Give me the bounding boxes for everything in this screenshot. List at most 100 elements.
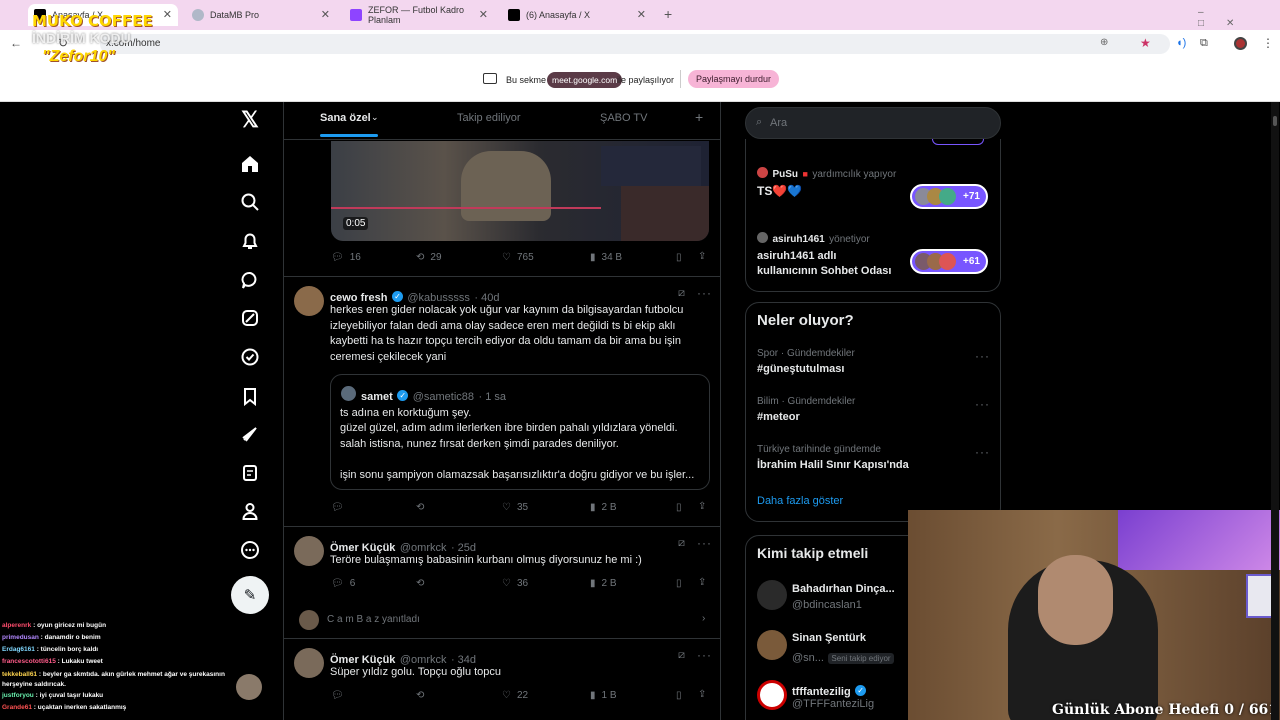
spaces-prev-pill [932, 139, 984, 145]
messages-icon[interactable] [234, 264, 266, 296]
grok-post-icon[interactable]: ⧄ [678, 537, 685, 550]
avatar[interactable] [294, 536, 324, 566]
bookmark-button[interactable]: ▯ [676, 690, 682, 701]
views-button[interactable]: ▮ 34 B [590, 252, 622, 263]
post-more-icon[interactable]: ··· [697, 536, 712, 550]
browser-tab-4[interactable]: (6) Anasayfa / X ✕ [502, 4, 652, 26]
space-host[interactable]: PuSu ■ yardımcılık yapıyor [757, 164, 896, 182]
close-tab-icon[interactable]: ✕ [479, 8, 488, 21]
avatar[interactable] [757, 680, 787, 710]
chevron-down-icon[interactable]: ⌄ [371, 112, 379, 123]
stop-sharing-button[interactable]: Paylaşmayı durdur [688, 70, 780, 88]
account-avatar[interactable] [236, 674, 262, 700]
like-button[interactable]: ♡ 22 [502, 690, 528, 701]
x-logo-icon[interactable]: 𝕏 [234, 104, 266, 136]
extensions-puzzle-icon[interactable]: ⧉ [1200, 37, 1208, 50]
replied-hint[interactable]: C a m B a z yanıtladı [327, 614, 420, 625]
add-tab-icon[interactable]: + [695, 109, 703, 125]
search-input[interactable]: ⌕ Ara [745, 107, 1001, 139]
chevron-right-icon[interactable]: › [702, 613, 705, 624]
suggested-user-name[interactable]: Sinan Şentürk [792, 632, 866, 644]
grok-post-icon[interactable]: ⧄ [678, 649, 685, 662]
space-title[interactable]: asiruh1461 adlı kullanıcının Sohbet Odas… [757, 249, 897, 279]
back-icon[interactable]: ← [10, 36, 22, 50]
browser-menu-icon[interactable]: ⋮ [1262, 36, 1274, 50]
repost-button[interactable]: ⟲ 29 [416, 252, 442, 263]
reply-button[interactable]: 💬︎ 16 [331, 252, 361, 263]
trend-more-icon[interactable]: ··· [975, 349, 990, 363]
views-button[interactable]: ▮ 1 B [590, 690, 617, 701]
share-icon[interactable]: ⇪ [698, 577, 706, 588]
reply-button[interactable]: 💬︎ [331, 502, 350, 513]
reply-button[interactable]: 💬︎ [331, 690, 344, 701]
show-more-link[interactable]: Daha fazla göster [757, 495, 843, 507]
more-options-icon[interactable] [234, 534, 266, 566]
avatar[interactable] [294, 286, 324, 316]
video-progress-bar[interactable] [331, 207, 601, 209]
tab-for-you[interactable]: Sana özel [320, 112, 371, 124]
tab-following[interactable]: Takip ediliyor [457, 112, 521, 124]
grok-post-icon[interactable]: ⧄ [678, 287, 685, 300]
space-listeners-pill[interactable]: +61 [910, 249, 988, 274]
search-icon[interactable] [234, 186, 266, 218]
trend-title[interactable]: #güneştutulması [757, 363, 844, 375]
repost-button[interactable]: ⟲ [416, 690, 424, 701]
video-player[interactable]: 0:05 [331, 141, 709, 241]
window-controls[interactable]: –□✕ [1198, 7, 1280, 29]
space-host-name: asiruh1461 [772, 234, 825, 245]
bookmark-button[interactable]: ▯ [676, 252, 682, 263]
notifications-bell-icon[interactable] [234, 225, 266, 257]
extension-icon[interactable]: ◖) [1176, 37, 1186, 49]
tab-sabo-tv[interactable]: ŞABO TV [600, 112, 647, 124]
suggested-user-name[interactable]: tfffantezilig [792, 686, 851, 698]
space-title[interactable]: TS❤️💙 [757, 184, 802, 198]
views-button[interactable]: ▮ 2 B [590, 578, 617, 589]
compose-post-button[interactable]: ✎ [231, 576, 269, 614]
share-icon[interactable]: ⇪ [698, 251, 706, 262]
share-icon[interactable]: ⇪ [698, 689, 706, 700]
page-scrollbar[interactable] [1271, 102, 1279, 720]
like-button[interactable]: ♡ 765 [502, 252, 534, 263]
quoted-post[interactable]: samet ✓ @sametic88 · 1 sa ts adına en ko… [330, 374, 710, 490]
turkish-flag-icon: ■ [802, 169, 808, 179]
bookmark-star-icon[interactable]: ★ [1140, 36, 1151, 50]
url-field[interactable]: x.com/home ⊕ ★ [100, 34, 1170, 54]
post-more-icon[interactable]: ··· [697, 286, 712, 300]
close-tab-icon[interactable]: ✕ [321, 8, 330, 21]
avatar[interactable] [757, 630, 787, 660]
reply-button[interactable]: 💬︎ 6 [331, 578, 355, 589]
profile-avatar[interactable] [1234, 37, 1247, 50]
views-button[interactable]: ▮ 2 B [590, 502, 617, 513]
bookmark-button[interactable]: ▯ [676, 578, 682, 589]
profile-icon[interactable] [234, 495, 266, 527]
share-icon[interactable]: ⇪ [698, 501, 706, 512]
trend-title[interactable]: İbrahim Halil Sınır Kapısı'nda [757, 459, 909, 471]
trend-more-icon[interactable]: ··· [975, 445, 990, 459]
communities-icon[interactable] [234, 457, 266, 489]
space-host[interactable]: asiruh1461 yönetiyor [757, 229, 870, 247]
grok-icon[interactable] [234, 302, 266, 334]
suggested-user-name[interactable]: Bahadırhan Dinça... [792, 583, 895, 595]
repost-button[interactable]: ⟲ [416, 578, 424, 589]
bookmarks-icon[interactable] [234, 380, 266, 412]
trend-title[interactable]: #meteor [757, 411, 800, 423]
close-tab-icon[interactable]: ✕ [637, 8, 646, 21]
space-listeners-pill[interactable]: +71 [910, 184, 988, 209]
new-tab-icon[interactable]: + [664, 6, 672, 22]
like-button[interactable]: ♡ 36 [502, 578, 528, 589]
home-icon[interactable] [234, 148, 266, 180]
browser-tab-3[interactable]: ZEFOR — Futbol Kadro Planlam ✕ [344, 4, 494, 26]
browser-tab-2[interactable]: DataMB Pro ✕ [186, 4, 336, 26]
verified-orgs-icon[interactable] [234, 341, 266, 373]
avatar[interactable] [757, 580, 787, 610]
like-button[interactable]: ♡ 35 [502, 502, 528, 513]
post-more-icon[interactable]: ··· [697, 648, 712, 662]
scrollbar-thumb[interactable] [1273, 116, 1277, 126]
avatar[interactable] [294, 648, 324, 678]
repost-button[interactable]: ⟲ [416, 502, 430, 513]
jobs-rocket-icon[interactable] [234, 418, 266, 450]
bookmark-button[interactable]: ▯ [676, 502, 682, 513]
zoom-icon[interactable]: ⊕ [1100, 37, 1108, 48]
trend-more-icon[interactable]: ··· [975, 397, 990, 411]
webcam-neon-light [1118, 510, 1280, 570]
